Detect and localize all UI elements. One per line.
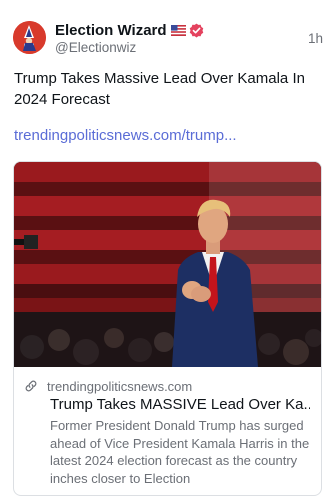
- link-preview-card[interactable]: trendingpoliticsnews.com Trump Takes MAS…: [13, 161, 322, 496]
- card-domain-row: trendingpoliticsnews.com: [24, 377, 192, 395]
- card-description: Former President Donald Trump has surged…: [50, 418, 310, 486]
- preview-image: [14, 162, 321, 367]
- post-timestamp[interactable]: 1h: [308, 31, 323, 46]
- card-title[interactable]: Trump Takes MASSIVE Lead Over Ka...: [50, 396, 310, 413]
- author-name[interactable]: Election Wizard: [55, 22, 167, 39]
- link-icon: [25, 380, 37, 392]
- us-flag-icon: [170, 24, 186, 36]
- author-handle[interactable]: @Electionwiz: [55, 40, 136, 55]
- wizard-avatar-icon: [13, 21, 46, 54]
- author-row: Election Wizard: [55, 20, 204, 40]
- verified-badge-icon: [189, 23, 203, 37]
- post-text: Trump Takes Massive Lead Over Kamala In …: [14, 70, 305, 108]
- post[interactable]: Election Wizard @Electionwiz 1h Trump Ta…: [0, 0, 335, 500]
- card-domain: trendingpoliticsnews.com: [47, 378, 193, 394]
- avatar[interactable]: [13, 21, 46, 54]
- post-link[interactable]: trendingpoliticsnews.com/trump...: [14, 127, 237, 144]
